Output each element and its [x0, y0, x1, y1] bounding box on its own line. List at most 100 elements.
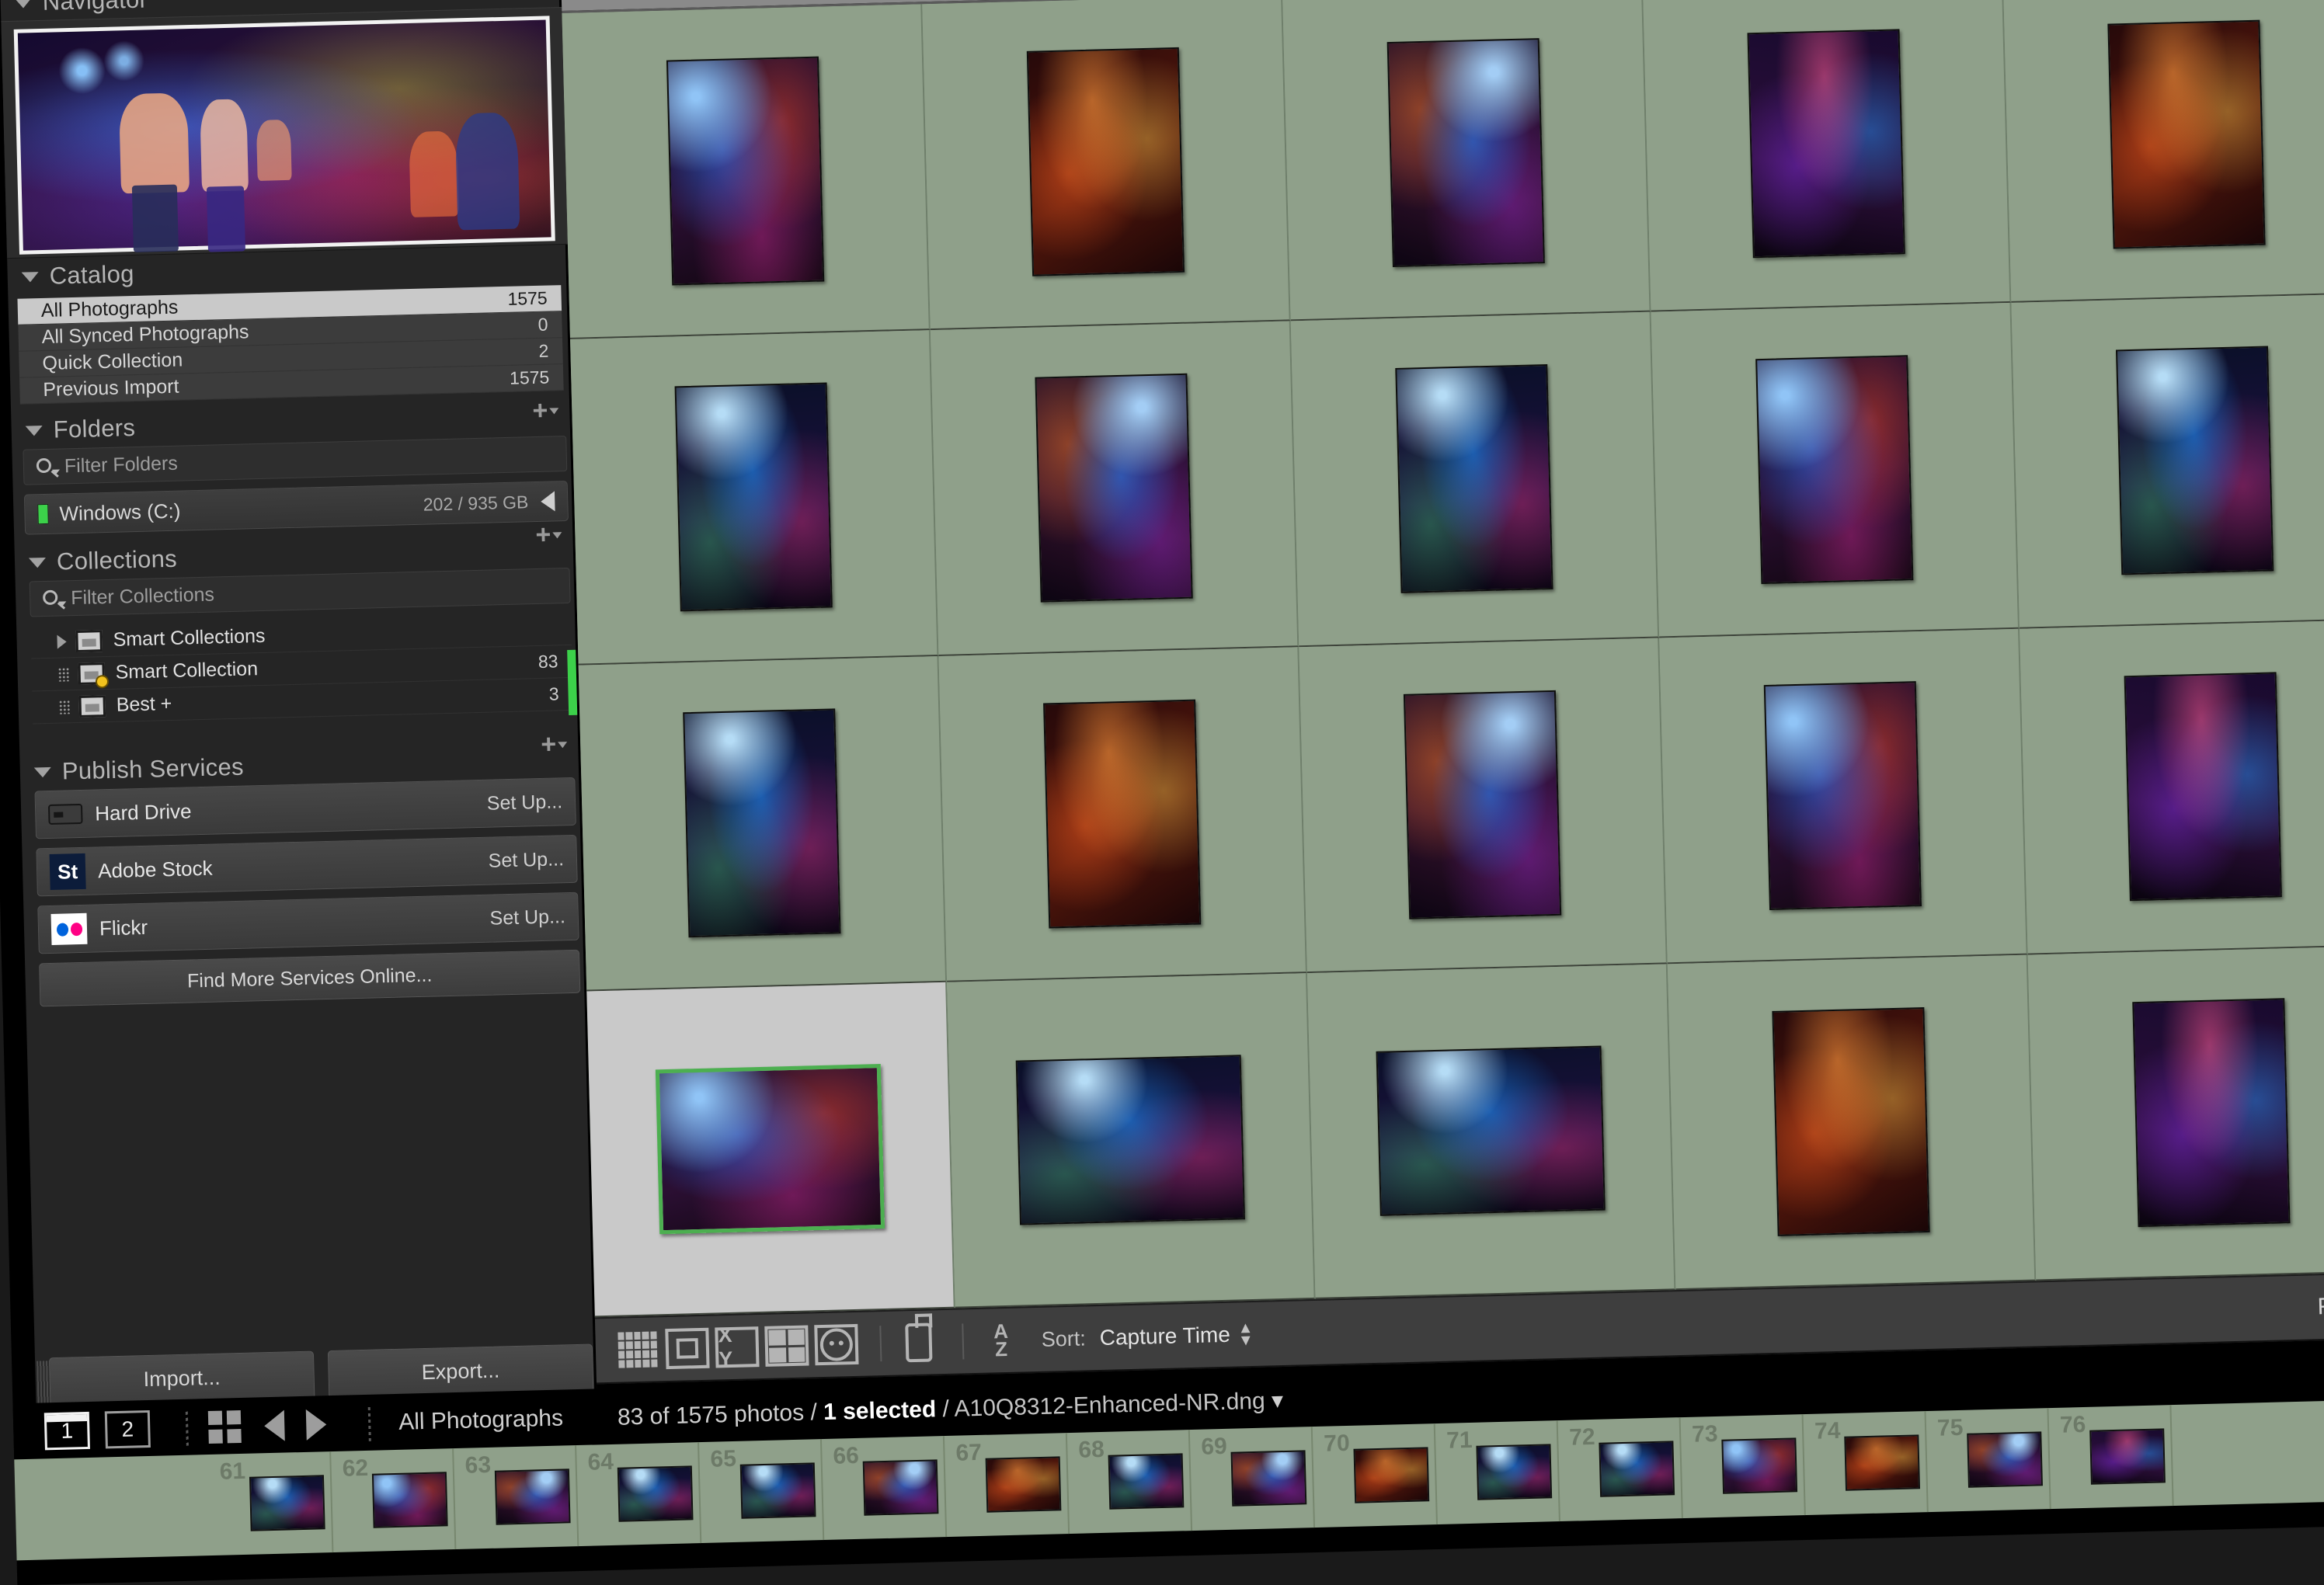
filmstrip-thumbnail[interactable]: [2089, 1428, 2166, 1485]
grid-thumbnail[interactable]: [1015, 1055, 1245, 1225]
filmstrip-cell[interactable]: 61: [208, 1451, 334, 1556]
drag-dots-icon[interactable]: [58, 699, 70, 714]
filmstrip-cell[interactable]: 73: [1680, 1414, 1806, 1519]
grid-cell[interactable]: [947, 973, 1316, 1309]
filmstrip-cell[interactable]: 62: [331, 1448, 457, 1553]
grid-thumbnail[interactable]: [1747, 29, 1905, 259]
grid-cell[interactable]: [1667, 954, 2037, 1291]
publish-service-setup-link[interactable]: Set Up...: [488, 848, 564, 872]
arrow-right-icon[interactable]: [305, 1409, 327, 1441]
filmstrip-thumbnail[interactable]: [1721, 1437, 1798, 1494]
spray-can-icon[interactable]: [896, 1322, 941, 1363]
filmstrip-cell[interactable]: 67: [944, 1433, 1070, 1538]
filmstrip-thumbnail[interactable]: [1599, 1441, 1675, 1497]
find-more-services-button[interactable]: Find More Services Online...: [39, 949, 581, 1007]
grid-cell[interactable]: [1651, 302, 2020, 638]
grid-thumbnail[interactable]: [2115, 346, 2274, 575]
filename-dropdown-icon[interactable]: ▾: [1272, 1388, 1284, 1413]
chevron-down-icon[interactable]: [52, 469, 61, 474]
grid-thumbnail[interactable]: [674, 382, 833, 612]
filmstrip-thumbnail[interactable]: [617, 1465, 694, 1522]
filmstrip-cell[interactable]: 75: [1926, 1408, 2051, 1513]
grid-thumbnail[interactable]: [1772, 1006, 1930, 1236]
grid-cell[interactable]: [2020, 619, 2324, 955]
compare-view-icon[interactable]: X Y: [715, 1323, 760, 1371]
grid-cell[interactable]: [1306, 964, 1676, 1299]
grid-cell[interactable]: [2002, 0, 2324, 303]
filmstrip-cell[interactable]: 64: [576, 1442, 702, 1547]
chevron-down-icon[interactable]: [58, 601, 67, 607]
grid-view-icon[interactable]: [615, 1329, 659, 1370]
sort-stepper-icon[interactable]: ▲ ▼: [1237, 1319, 1254, 1349]
filmstrip-cell[interactable]: 70: [1312, 1423, 1438, 1528]
grid-thumbnail[interactable]: [1386, 38, 1545, 267]
grid-cell[interactable]: [2011, 294, 2324, 629]
sort-az-icon[interactable]: AZ: [979, 1319, 1023, 1361]
grid-cell[interactable]: [570, 330, 939, 666]
people-view-icon[interactable]: [814, 1323, 859, 1366]
status-filename[interactable]: A10Q8312-Enhanced-NR.dng: [954, 1388, 1265, 1421]
filmstrip-cell[interactable]: 65: [698, 1439, 825, 1544]
grid-cell[interactable]: [930, 321, 1299, 656]
grid-thumbnail[interactable]: [666, 56, 825, 286]
folders-disclosure-icon[interactable]: [25, 425, 43, 436]
grid-thumbnail[interactable]: [2124, 672, 2282, 902]
grid-view[interactable]: [562, 0, 2324, 1318]
filmstrip-cell[interactable]: 74: [1803, 1411, 1929, 1516]
filmstrip-thumbnail[interactable]: [494, 1469, 571, 1525]
publish-service-flickr[interactable]: Flickr Set Up...: [37, 892, 579, 954]
grid-cell[interactable]: [1290, 311, 1660, 648]
grid-thumbnail[interactable]: [2132, 998, 2291, 1228]
arrow-left-icon[interactable]: [263, 1409, 285, 1442]
grid-thumbnail[interactable]: [683, 708, 841, 938]
filmstrip-thumbnail[interactable]: [1476, 1444, 1553, 1500]
filmstrip-thumbnail[interactable]: [1353, 1447, 1430, 1503]
sort-value-dropdown[interactable]: Capture Time: [1099, 1323, 1230, 1350]
grid-cell[interactable]: [938, 647, 1307, 982]
drag-dots-icon[interactable]: [57, 666, 69, 682]
publish-service-adobe-stock[interactable]: St Adobe Stock Set Up...: [36, 834, 578, 897]
collections-disclosure-icon[interactable]: [28, 557, 47, 568]
volume-collapse-icon[interactable]: [540, 491, 555, 512]
filmstrip-cell[interactable]: 66: [821, 1436, 948, 1541]
navigator-disclosure-icon[interactable]: [14, 0, 32, 9]
grid-cell[interactable]: [1642, 0, 2012, 312]
window-button-2[interactable]: 2: [104, 1409, 151, 1449]
grid-cell[interactable]: [1299, 638, 1668, 974]
grid-thumbnail[interactable]: [2107, 19, 2266, 249]
filmstrip-cell[interactable]: 76: [2048, 1405, 2174, 1510]
navigator-preview[interactable]: [1, 6, 568, 259]
filmstrip-thumbnail[interactable]: [1108, 1453, 1185, 1510]
grid-icon[interactable]: [207, 1409, 242, 1444]
grid-thumbnail[interactable]: [1026, 47, 1185, 276]
filmstrip-thumbnail[interactable]: [739, 1462, 816, 1519]
grid-cell[interactable]: [2027, 945, 2324, 1281]
grid-thumbnail[interactable]: [1755, 355, 1914, 585]
grid-thumbnail[interactable]: [1035, 373, 1193, 603]
catalog-disclosure-icon[interactable]: [21, 271, 39, 283]
publish-services-disclosure-icon[interactable]: [33, 766, 52, 777]
volume-row-windows-c[interactable]: Windows (C:) 202 / 935 GB: [23, 480, 569, 535]
grid-cell[interactable]: [562, 4, 931, 339]
filter-label[interactable]: Filter: [2317, 1293, 2324, 1321]
disclosure-triangle-icon[interactable]: [57, 634, 67, 649]
grid-thumbnail[interactable]: [1763, 681, 1922, 910]
grid-cell[interactable]: [586, 982, 955, 1318]
grid-thumbnail[interactable]: [655, 1063, 885, 1235]
grid-cell[interactable]: [578, 655, 948, 992]
filmstrip-cell[interactable]: 72: [1557, 1417, 1683, 1522]
filmstrip-thumbnail[interactable]: [862, 1459, 939, 1516]
grid-cell[interactable]: [922, 0, 1291, 331]
panel-scrollbar[interactable]: [37, 1361, 50, 1408]
window-button-1[interactable]: 1: [43, 1411, 90, 1451]
loupe-view-icon[interactable]: [665, 1327, 710, 1370]
filmstrip-cell[interactable]: 63: [454, 1445, 579, 1550]
filmstrip-cell[interactable]: 69: [1189, 1427, 1316, 1531]
grid-thumbnail[interactable]: [1043, 699, 1202, 929]
filmstrip-cell[interactable]: 68: [1066, 1430, 1193, 1535]
grid-thumbnail[interactable]: [1395, 363, 1553, 593]
filmstrip-thumbnail[interactable]: [1967, 1431, 2043, 1488]
publish-service-setup-link[interactable]: Set Up...: [489, 905, 565, 930]
filmstrip-cell[interactable]: 71: [1435, 1420, 1560, 1525]
filmstrip-thumbnail[interactable]: [1844, 1434, 1921, 1491]
